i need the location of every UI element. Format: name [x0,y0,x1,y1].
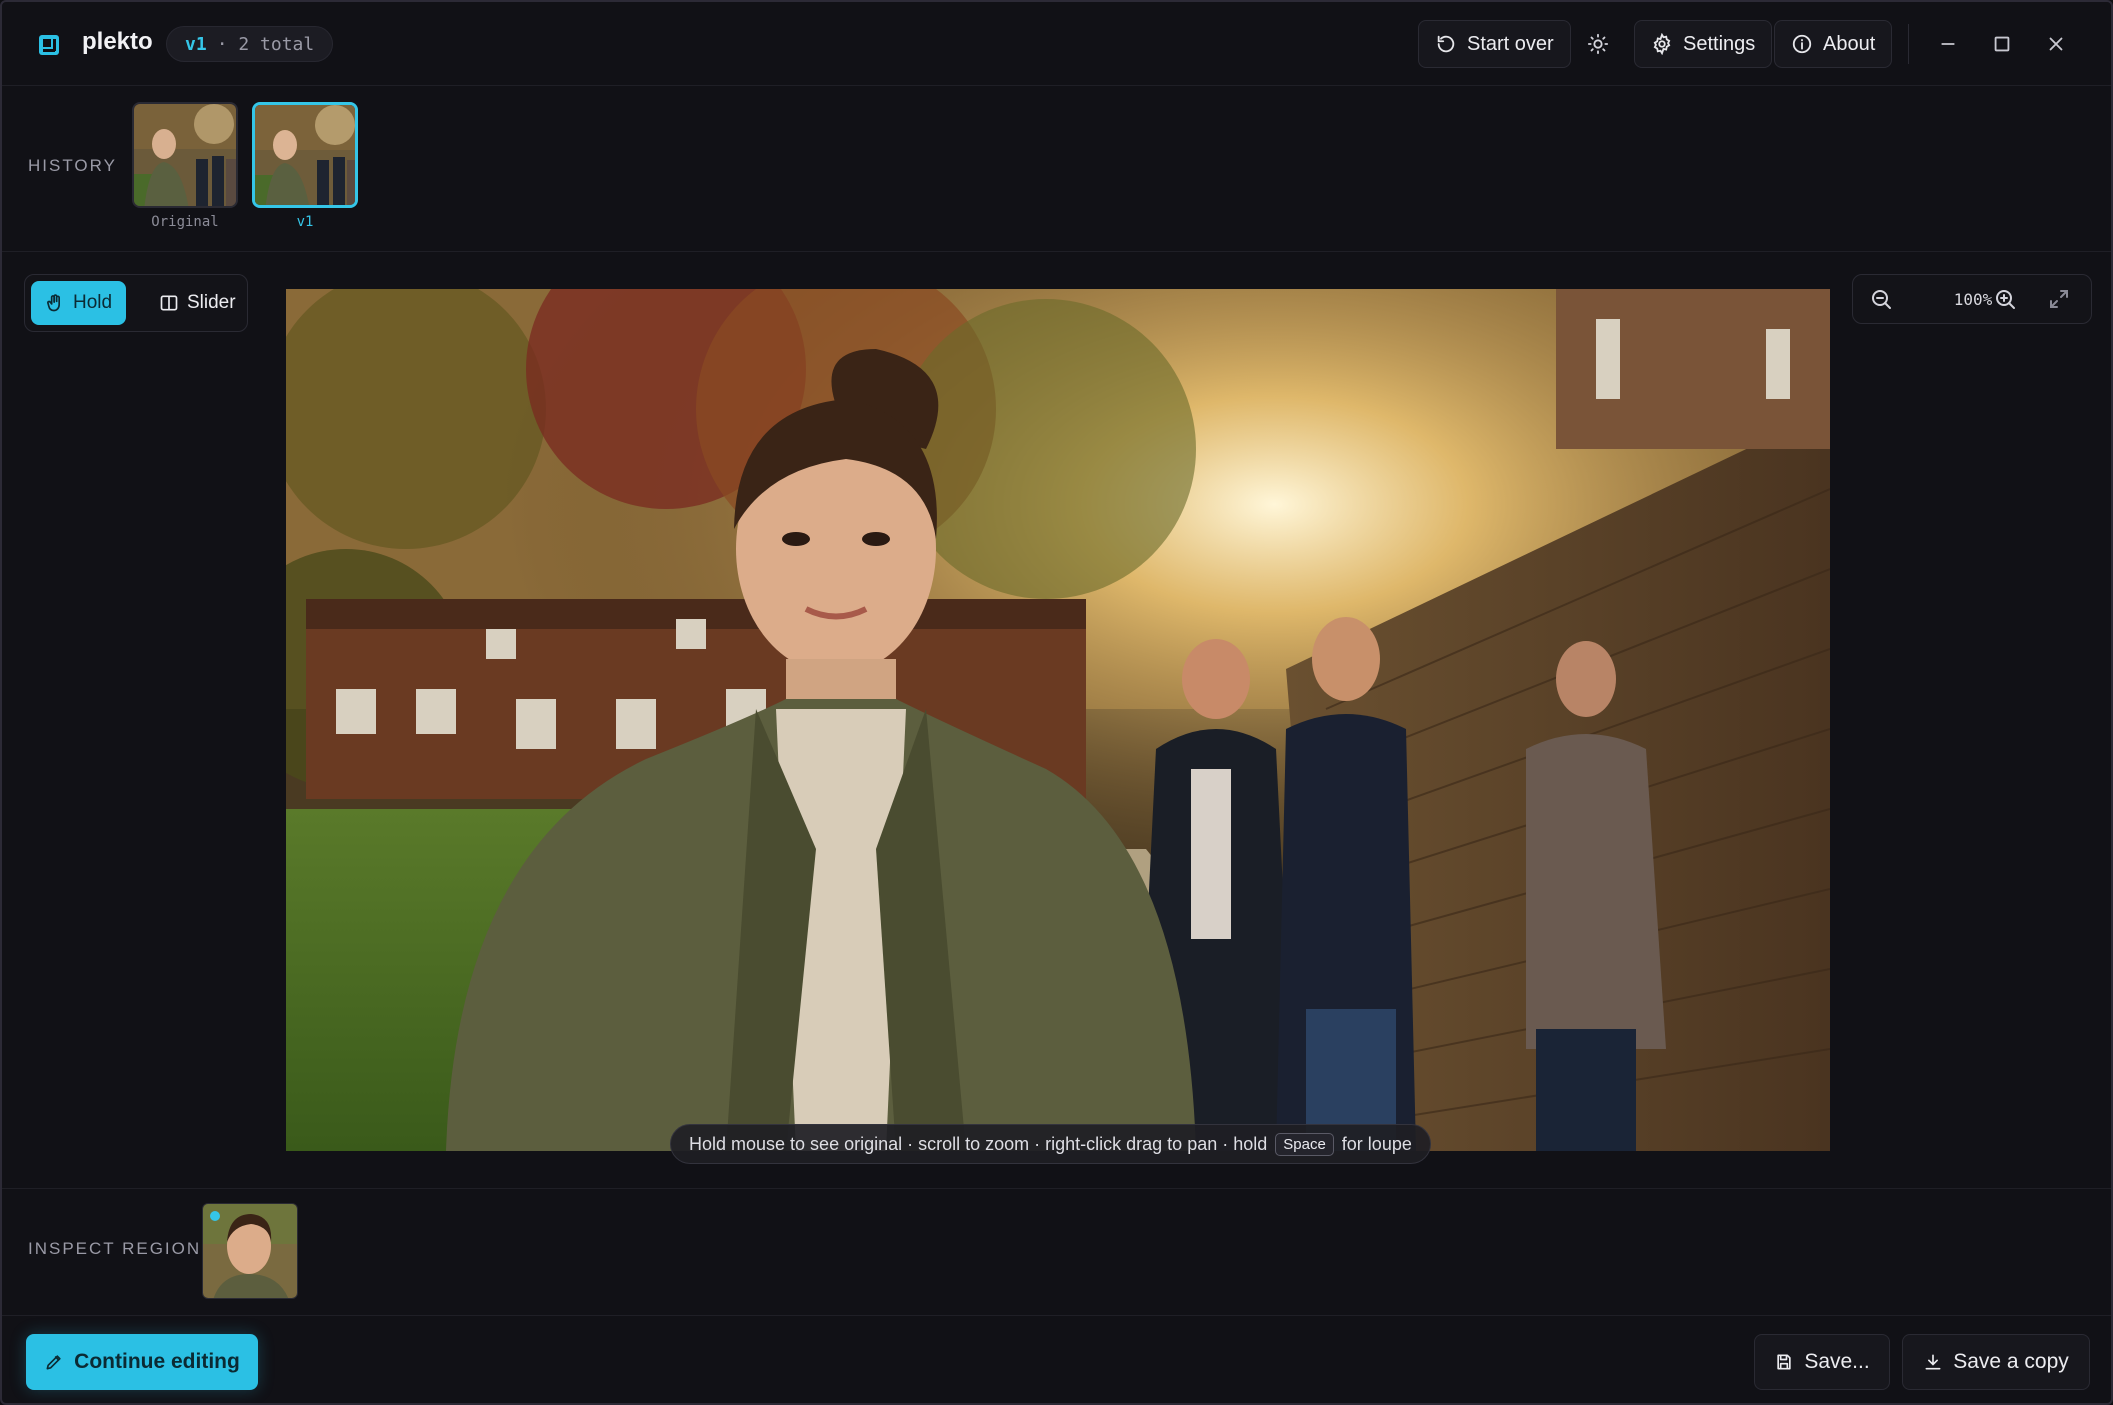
info-icon [1792,34,1812,54]
continue-editing-label: Continue editing [74,1350,240,1373]
settings-button[interactable]: Settings [1634,20,1773,68]
save-copy-label: Save a copy [1953,1350,2069,1373]
zoom-in-icon [1996,290,2015,309]
edited-photo [286,289,1830,1151]
save-copy-button[interactable]: Save a copy [1902,1334,2090,1390]
hint-text-after: for loupe [1341,1133,1412,1154]
continue-editing-button[interactable]: Continue editing [26,1334,258,1390]
slider-mode-button[interactable]: Slider [145,281,250,325]
maximize-icon [1994,36,2010,52]
hint-text-before: Hold mouse to see original · scroll to z… [689,1133,1268,1154]
save-label: Save... [1804,1350,1870,1373]
history-thumb-v1[interactable] [252,102,358,208]
hand-icon [47,294,61,312]
toolbar-divider [1908,24,1909,64]
zoom-in-button[interactable] [1993,287,2019,313]
split-view-icon [160,295,178,311]
app-window: plekto v1 · 2 total Start over Settings … [0,0,2113,1405]
zoom-out-icon [1872,290,1891,309]
minimize-icon [1941,43,1955,45]
download-icon [1925,1354,1941,1370]
close-icon [2049,37,2063,51]
save-icon [1777,1354,1791,1370]
start-over-button[interactable]: Start over [1418,20,1571,68]
v1-thumbnail-image [255,105,355,205]
zoom-out-button[interactable] [1869,287,1895,313]
version-label: v1 [185,33,207,55]
maximize-button[interactable] [1978,20,2026,68]
pencil-icon [46,1355,61,1370]
interaction-hint: Hold mouse to see original · scroll to z… [670,1124,1431,1164]
history-thumb-original[interactable] [132,102,238,208]
inspect-region-image [203,1204,297,1298]
theme-toggle-button[interactable] [1574,20,1622,68]
app-name: plekto [82,28,153,55]
app-logo-icon [39,35,59,55]
history-caption-v1: v1 [296,214,314,230]
inspect-region-thumb[interactable] [202,1203,298,1299]
inspect-region-panel: INSPECT REGION [2,1188,2111,1316]
save-button[interactable]: Save... [1754,1334,1890,1390]
space-key-badge: Space [1275,1132,1334,1156]
hold-mode-label: Hold [73,292,113,313]
version-total: · 2 total [216,33,315,55]
start-over-label: Start over [1467,32,1554,55]
inspect-region-label: INSPECT REGION [28,1239,202,1258]
history-caption-original: Original [151,214,219,230]
history-label: HISTORY [28,156,117,175]
settings-label: Settings [1683,32,1756,55]
about-button[interactable]: About [1774,20,1893,68]
reset-icon [1437,35,1455,53]
expand-icon [2050,290,2068,308]
original-thumbnail-image [134,104,236,206]
gear-icon [1653,33,1671,55]
history-panel: HISTORY Original v1 [2,86,2111,252]
version-badge: v1 · 2 total [166,26,334,62]
image-canvas[interactable] [286,289,1830,1151]
fullscreen-button[interactable] [2047,287,2073,313]
close-button[interactable] [2032,20,2080,68]
slider-mode-label: Slider [187,292,236,313]
sun-icon [1587,33,1609,55]
minimize-button[interactable] [1924,20,1972,68]
zoom-controls: 100% [1852,274,2092,324]
view-mode-toggle: Hold Slider [24,274,248,332]
about-label: About [1823,32,1876,55]
title-bar: plekto v1 · 2 total Start over Settings … [2,2,2111,86]
hold-mode-button[interactable]: Hold [31,281,127,325]
